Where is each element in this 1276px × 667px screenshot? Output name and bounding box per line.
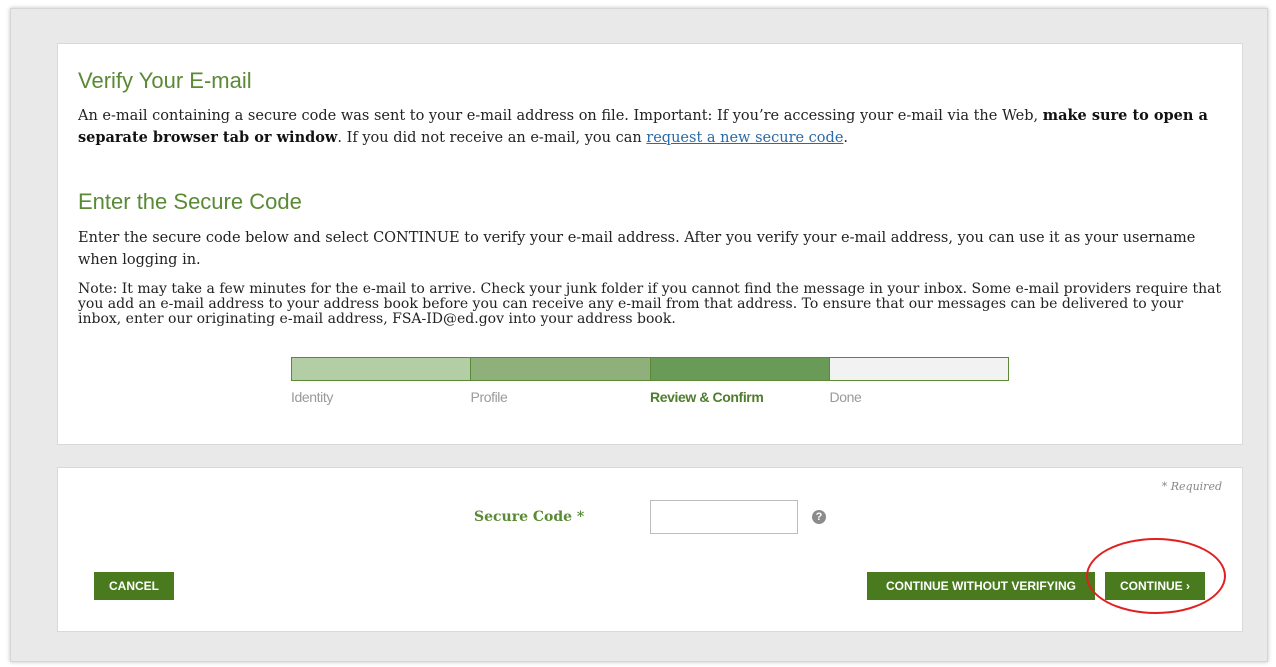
progress-step-identity — [292, 358, 472, 380]
verify-email-description: An e-mail containing a secure code was s… — [78, 107, 1208, 146]
step-label-profile: Profile — [470, 389, 508, 405]
cancel-button[interactable]: CANCEL — [94, 572, 174, 600]
continue-without-verifying-button[interactable]: CONTINUE WITHOUT VERIFYING — [867, 572, 1095, 600]
step-label-identity: Identity — [291, 389, 333, 405]
continue-button[interactable]: CONTINUE › — [1105, 572, 1205, 600]
verify-email-heading: Verify Your E-mail — [78, 68, 252, 93]
help-icon[interactable]: ? — [812, 510, 826, 524]
verify-email-panel: Verify Your E-mail An e-mail containing … — [57, 43, 1243, 445]
secure-code-label: Secure Code * — [474, 509, 585, 525]
progress-step-review — [650, 358, 830, 380]
secure-code-form: * Required Secure Code * ? CANCEL CONTIN… — [57, 467, 1243, 632]
required-note: * Required — [1161, 480, 1222, 493]
progress-labels: Identity Profile Review & Confirm Done — [291, 389, 1009, 405]
progress-bar — [291, 357, 1009, 381]
request-new-code-link[interactable]: request a new secure code — [646, 130, 843, 146]
step-label-done: Done — [829, 389, 862, 405]
secure-code-input[interactable] — [650, 500, 798, 534]
enter-code-description: Enter the secure code below and select C… — [78, 230, 1196, 268]
step-label-review: Review & Confirm — [650, 389, 764, 405]
progress-step-done — [829, 358, 1008, 380]
enter-code-heading: Enter the Secure Code — [78, 189, 302, 214]
delivery-note: Note: It may take a few minutes for the … — [78, 281, 1222, 327]
progress-step-profile — [471, 358, 651, 380]
